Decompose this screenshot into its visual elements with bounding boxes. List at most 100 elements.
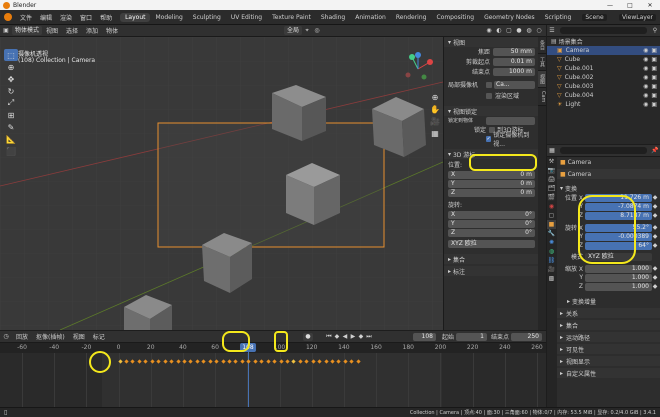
property-section-header[interactable]: ▸ 可见性 <box>557 344 660 354</box>
keyframe-marker[interactable] <box>201 359 206 364</box>
scale-x-field[interactable]: 1.000 <box>585 264 652 273</box>
keyframe-dot-icon[interactable]: ◆ <box>652 224 658 231</box>
keyframe-marker[interactable] <box>246 359 251 364</box>
keyframe-marker[interactable] <box>304 359 309 364</box>
keyframe-marker[interactable] <box>272 359 277 364</box>
properties-search[interactable] <box>560 147 647 154</box>
playhead-line[interactable] <box>248 343 249 407</box>
keyframe-marker[interactable] <box>169 359 174 364</box>
keyframe-marker[interactable] <box>330 359 335 364</box>
start-frame-field[interactable]: 1 <box>455 332 487 341</box>
overlays-icon[interactable]: ◐ <box>494 27 504 34</box>
shading-rendered-icon[interactable]: ○ <box>534 27 544 34</box>
outliner-item[interactable]: ▽ Cube.004 ◉ ▣ <box>547 91 660 100</box>
keyframe-marker[interactable] <box>124 359 129 364</box>
viewport-menu-view[interactable]: 视图 <box>42 26 62 35</box>
render-camera-icon[interactable]: ▣ <box>651 56 657 63</box>
view-layer-props-icon[interactable]: 🗂 <box>547 184 556 193</box>
keyframe-marker[interactable] <box>253 359 258 364</box>
outliner-item[interactable]: ▽ Cube ◉ ▣ <box>547 55 660 64</box>
outliner-item[interactable]: ▣ Camera ◉ ▣ <box>547 46 660 55</box>
current-frame-field[interactable]: 108 <box>412 332 436 341</box>
tab-view[interactable]: 视图 <box>538 71 546 88</box>
menu-file[interactable]: 文件 <box>16 13 36 22</box>
local-camera-field[interactable]: Ca... <box>494 80 535 89</box>
keyframe-dot-icon[interactable]: ◆ <box>652 194 658 201</box>
object-data-name[interactable]: Camera <box>568 171 660 178</box>
keyframe-marker[interactable] <box>227 359 232 364</box>
render-camera-icon[interactable]: ▣ <box>651 74 657 81</box>
keyframe-dot-icon[interactable]: ◆ <box>652 283 658 290</box>
timeline-editor-icon[interactable]: ◷ <box>0 333 12 340</box>
visibility-icon[interactable]: ◉ <box>484 27 494 34</box>
keyframe-marker[interactable] <box>175 359 181 364</box>
outliner-search[interactable] <box>560 27 647 34</box>
cursor-rot-y[interactable]: Y 0° <box>448 219 535 228</box>
render-camera-icon[interactable]: ▣ <box>651 47 657 54</box>
prev-keyframe-button[interactable]: ◆ <box>333 333 341 340</box>
outliner-item[interactable]: ▽ Cube.003 ◉ ▣ <box>547 82 660 91</box>
outliner-item[interactable]: ▽ Cube.002 ◉ ▣ <box>547 73 660 82</box>
clip-start-field[interactable]: 0.01 m <box>493 57 535 66</box>
focal-field[interactable]: 50 mm <box>493 47 535 56</box>
viewport-menu-object[interactable]: 物体 <box>102 26 122 35</box>
jump-start-button[interactable]: ⏮ <box>325 333 333 341</box>
keyframe-marker[interactable] <box>323 359 329 364</box>
physics-props-icon[interactable]: ◍ <box>547 247 556 256</box>
tab-scripting[interactable]: Scripting <box>540 13 577 22</box>
keyframe-marker[interactable] <box>240 359 245 364</box>
lock-camera-checkbox[interactable]: ✓ <box>486 135 492 142</box>
menu-help[interactable]: 帮助 <box>96 13 116 22</box>
object-name-field[interactable]: Camera <box>568 159 660 166</box>
scene-collection-row[interactable]: ▤ 场景集合 <box>547 37 660 46</box>
view-lock-header[interactable]: ▾ 视图锁定 <box>444 106 539 116</box>
keyframe-marker[interactable] <box>356 359 361 364</box>
keyframe-marker[interactable] <box>163 359 168 364</box>
outliner-editor-icon[interactable]: ☰ <box>547 27 557 34</box>
keyframe-marker[interactable] <box>195 359 200 364</box>
measure-tool-icon[interactable]: 📐 <box>4 133 18 145</box>
property-section-header[interactable]: ▸ 关系 <box>557 308 660 318</box>
tab-tool[interactable]: 工具 <box>538 54 546 71</box>
property-section-header[interactable]: ▸ 自定义属性 <box>557 368 660 378</box>
next-keyframe-button[interactable]: ◆ <box>357 333 365 340</box>
snap-icon[interactable]: ⌖ <box>302 27 312 35</box>
cursor-rot-x[interactable]: X 0° <box>448 210 535 219</box>
close-button[interactable]: ✕ <box>640 2 660 9</box>
keyframe-marker[interactable] <box>208 359 213 364</box>
tab-texture-paint[interactable]: Texture Paint <box>267 13 316 22</box>
keyframe-marker[interactable] <box>214 359 219 364</box>
tab-shading[interactable]: Shading <box>316 13 350 22</box>
filter-icon[interactable]: ⚲ <box>650 27 660 34</box>
keyframe-dot-icon[interactable]: ◆ <box>652 242 658 249</box>
property-section-header[interactable]: ▸ 运动路径 <box>557 332 660 342</box>
grid-view-icon[interactable]: ▦ <box>428 127 442 139</box>
collection-header[interactable]: ▸ 集合 <box>444 254 539 264</box>
maximize-button[interactable]: □ <box>620 2 640 9</box>
xray-icon[interactable]: ▢ <box>504 27 514 34</box>
shading-solid-icon[interactable]: ● <box>514 27 524 34</box>
keyframe-marker[interactable] <box>150 359 155 364</box>
texture-props-icon[interactable]: ▩ <box>547 274 556 283</box>
modifier-props-icon[interactable]: 🔧 <box>547 229 556 238</box>
jump-end-button[interactable]: ⏭ <box>365 333 373 341</box>
world-props-icon[interactable]: ◉ <box>547 202 556 211</box>
play-reverse-button[interactable]: ◀ <box>341 333 349 340</box>
outliner-item[interactable]: ☀ Light ◉ ▣ <box>547 100 660 109</box>
tab-animation[interactable]: Animation <box>350 13 391 22</box>
keyframe-marker[interactable] <box>143 359 148 364</box>
viewlayer-selector[interactable]: ViewLayer <box>619 13 656 21</box>
scene-props-icon[interactable]: 🎬 <box>547 193 556 202</box>
view-panel-header[interactable]: ▾ 视图 <box>444 37 539 47</box>
visibility-eye-icon[interactable]: ◉ <box>643 92 648 99</box>
keyframe-marker[interactable] <box>137 359 142 364</box>
keyframe-marker[interactable] <box>259 359 264 364</box>
keyframe-marker[interactable] <box>117 359 123 364</box>
visibility-eye-icon[interactable]: ◉ <box>643 83 648 90</box>
render-camera-icon[interactable]: ▣ <box>651 83 657 90</box>
keyframe-marker[interactable] <box>130 359 136 364</box>
keyframe-marker[interactable] <box>182 359 187 364</box>
timeline-menu-view[interactable]: 视图 <box>69 332 89 341</box>
keyframe-marker[interactable] <box>336 359 342 364</box>
scene-selector[interactable]: Scene <box>582 13 607 21</box>
